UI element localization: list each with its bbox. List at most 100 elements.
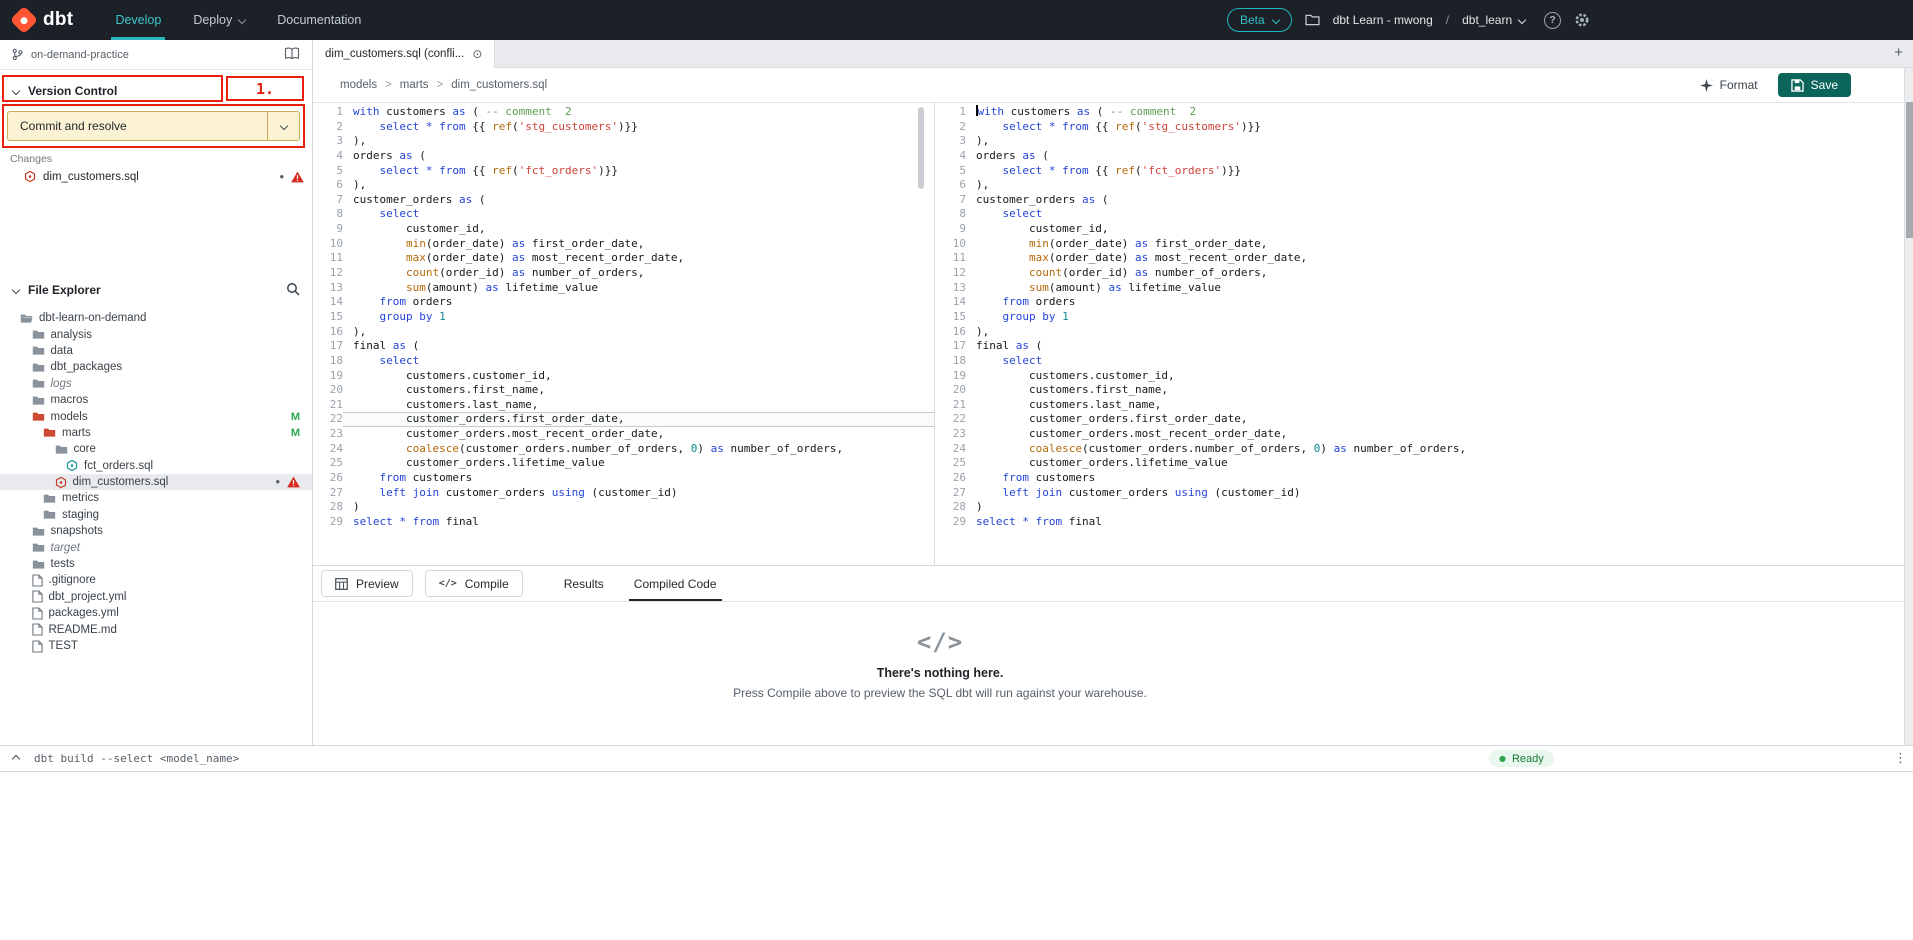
- code-line[interactable]: 5 select * from {{ ref('fct_orders')}}: [936, 164, 1913, 179]
- tree-item-logs[interactable]: logs: [0, 376, 312, 392]
- help-button[interactable]: ?: [1544, 12, 1561, 29]
- code-line[interactable]: 3),: [313, 134, 934, 149]
- compile-button[interactable]: </> Compile: [425, 570, 523, 597]
- tree-item-metrics[interactable]: metrics: [0, 490, 312, 506]
- code-line[interactable]: 1with customers as ( -- comment 2: [313, 105, 934, 120]
- new-tab-button[interactable]: +: [1894, 44, 1903, 61]
- tree-item-target[interactable]: target: [0, 539, 312, 555]
- breadcrumb-item[interactable]: models: [340, 79, 377, 91]
- dbt-logo[interactable]: dbt: [14, 9, 73, 31]
- code-line[interactable]: 19 customers.customer_id,: [936, 369, 1913, 384]
- code-line[interactable]: 25 customer_orders.lifetime_value: [936, 456, 1913, 471]
- code-line[interactable]: 2 select * from {{ ref('stg_customers')}…: [936, 120, 1913, 135]
- code-line[interactable]: 22 customer_orders.first_order_date,: [313, 412, 934, 427]
- code-line[interactable]: 21 customers.last_name,: [936, 398, 1913, 413]
- code-line[interactable]: 26 from customers: [936, 471, 1913, 486]
- code-line[interactable]: 21 customers.last_name,: [313, 398, 934, 413]
- code-line[interactable]: 26 from customers: [313, 471, 934, 486]
- code-line[interactable]: 20 customers.first_name,: [313, 383, 934, 398]
- tree-item-data[interactable]: data: [0, 343, 312, 359]
- format-button[interactable]: Format: [1700, 78, 1758, 92]
- chevron-up-icon[interactable]: [12, 754, 20, 762]
- save-button[interactable]: Save: [1778, 73, 1851, 97]
- code-line[interactable]: 8 select: [313, 207, 934, 222]
- nav-item-deploy[interactable]: Deploy: [177, 0, 261, 40]
- window-scrollbar[interactable]: [1904, 68, 1913, 745]
- code-line[interactable]: 22 customer_orders.first_order_date,: [936, 412, 1913, 427]
- nav-item-develop[interactable]: Develop: [99, 0, 177, 40]
- code-line[interactable]: 3),: [936, 134, 1913, 149]
- commit-dropdown-caret[interactable]: [267, 112, 299, 140]
- code-line[interactable]: 17final as (: [313, 339, 934, 354]
- code-line[interactable]: 8 select: [936, 207, 1913, 222]
- code-line[interactable]: 5 select * from {{ ref('fct_orders')}}: [313, 164, 934, 179]
- code-line[interactable]: 10 min(order_date) as first_order_date,: [313, 237, 934, 252]
- panel-tab-compiled-code[interactable]: Compiled Code: [619, 566, 732, 601]
- tree-item--gitignore[interactable]: .gitignore: [0, 572, 312, 588]
- code-line[interactable]: 24 coalesce(customer_orders.number_of_or…: [936, 442, 1913, 457]
- tree-item-marts[interactable]: martsM: [0, 425, 312, 441]
- code-line[interactable]: 7customer_orders as (: [313, 193, 934, 208]
- left-pane-scrollbar[interactable]: [918, 107, 924, 189]
- code-line[interactable]: 28): [936, 500, 1913, 515]
- code-line[interactable]: 13 sum(amount) as lifetime_value: [313, 281, 934, 296]
- code-line[interactable]: 15 group by 1: [936, 310, 1913, 325]
- tree-item-dbt-project-yml[interactable]: dbt_project.yml: [0, 589, 312, 605]
- code-line[interactable]: 6),: [313, 178, 934, 193]
- version-control-header[interactable]: Version Control: [0, 82, 312, 100]
- command-input[interactable]: dbt build --select <model_name>: [34, 752, 239, 765]
- tree-item-dbt-learn-on-demand[interactable]: dbt-learn-on-demand: [0, 310, 312, 326]
- tree-item-staging[interactable]: staging: [0, 507, 312, 523]
- code-line[interactable]: 23 customer_orders.most_recent_order_dat…: [313, 427, 934, 442]
- editor-pane-left[interactable]: 1with customers as ( -- comment 22 selec…: [313, 103, 935, 565]
- code-line[interactable]: 14 from orders: [313, 295, 934, 310]
- panel-tab-results[interactable]: Results: [549, 566, 619, 601]
- tree-item-models[interactable]: modelsM: [0, 408, 312, 424]
- search-icon[interactable]: [286, 282, 300, 299]
- editor-pane-right[interactable]: 1with customers as ( -- comment 22 selec…: [936, 103, 1913, 565]
- tree-item-fct-orders-sql[interactable]: fct_orders.sql: [0, 458, 312, 474]
- code-line[interactable]: 20 customers.first_name,: [936, 383, 1913, 398]
- tree-item-tests[interactable]: tests: [0, 556, 312, 572]
- code-line[interactable]: 11 max(order_date) as most_recent_order_…: [313, 251, 934, 266]
- code-line[interactable]: 29select * from final: [936, 515, 1913, 530]
- code-line[interactable]: 23 customer_orders.most_recent_order_dat…: [936, 427, 1913, 442]
- breadcrumb-item[interactable]: dim_customers.sql: [451, 79, 547, 91]
- nav-item-documentation[interactable]: Documentation: [261, 0, 377, 40]
- beta-toggle[interactable]: Beta: [1227, 8, 1292, 32]
- code-line[interactable]: 27 left join customer_orders using (cust…: [936, 486, 1913, 501]
- tree-item-packages-yml[interactable]: packages.yml: [0, 605, 312, 621]
- code-line[interactable]: 14 from orders: [936, 295, 1913, 310]
- code-line[interactable]: 18 select: [313, 354, 934, 369]
- code-line[interactable]: 4orders as (: [936, 149, 1913, 164]
- code-line[interactable]: 17final as (: [936, 339, 1913, 354]
- branch-selector[interactable]: on-demand-practice: [0, 40, 312, 70]
- code-line[interactable]: 24 coalesce(customer_orders.number_of_or…: [313, 442, 934, 457]
- code-line[interactable]: 9 customer_id,: [936, 222, 1913, 237]
- code-line[interactable]: 7customer_orders as (: [936, 193, 1913, 208]
- code-line[interactable]: 13 sum(amount) as lifetime_value: [936, 281, 1913, 296]
- code-line[interactable]: 29select * from final: [313, 515, 934, 530]
- tree-item-test[interactable]: TEST: [0, 638, 312, 654]
- code-line[interactable]: 4orders as (: [313, 149, 934, 164]
- preview-button[interactable]: Preview: [321, 570, 413, 597]
- commit-and-resolve-button[interactable]: Commit and resolve: [7, 111, 300, 141]
- code-line[interactable]: 15 group by 1: [313, 310, 934, 325]
- file-explorer-header[interactable]: File Explorer: [0, 281, 312, 299]
- tab-dim-customers-sql[interactable]: dim_customers.sql (confli... ⊙: [313, 40, 495, 68]
- code-line[interactable]: 9 customer_id,: [313, 222, 934, 237]
- breadcrumb-item[interactable]: marts: [400, 79, 429, 91]
- code-line[interactable]: 10 min(order_date) as first_order_date,: [936, 237, 1913, 252]
- project-selector[interactable]: dbt_learn: [1462, 13, 1525, 27]
- settings-gear-icon[interactable]: [1574, 12, 1590, 28]
- tree-item-dbt-packages[interactable]: dbt_packages: [0, 359, 312, 375]
- kebab-menu-icon[interactable]: ⋮: [1894, 751, 1907, 766]
- code-line[interactable]: 12 count(order_id) as number_of_orders,: [313, 266, 934, 281]
- tree-item-core[interactable]: core: [0, 441, 312, 457]
- code-line[interactable]: 25 customer_orders.lifetime_value: [313, 456, 934, 471]
- docs-book-icon[interactable]: [284, 47, 300, 63]
- code-line[interactable]: 11 max(order_date) as most_recent_order_…: [936, 251, 1913, 266]
- code-line[interactable]: 2 select * from {{ ref('stg_customers')}…: [313, 120, 934, 135]
- code-line[interactable]: 27 left join customer_orders using (cust…: [313, 486, 934, 501]
- account-name[interactable]: dbt Learn - mwong: [1333, 13, 1433, 27]
